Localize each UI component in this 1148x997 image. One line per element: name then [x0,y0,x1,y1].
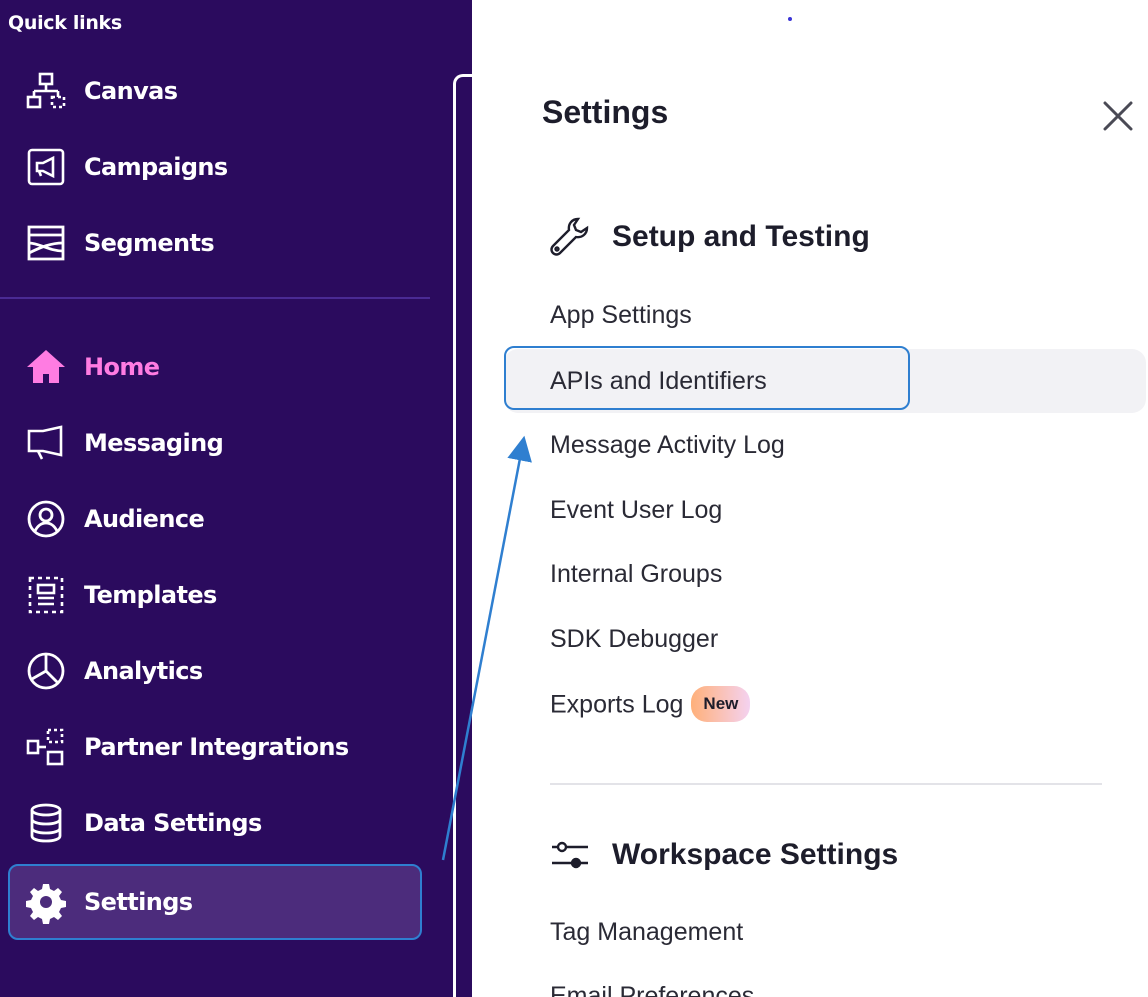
link-internal-groups[interactable]: Internal Groups [550,558,722,590]
section-header-setup: Setup and Testing [548,212,870,262]
new-badge: New [691,686,751,722]
link-exports-log[interactable]: Exports Log New [550,686,751,724]
wrench-icon [550,217,589,256]
section-header-workspace: Workspace Settings [548,830,898,880]
sidebar-item-label: Home [84,353,160,381]
sidebar-item-data-settings[interactable]: Data Settings [8,791,422,855]
link-event-user-log[interactable]: Event User Log [550,494,722,526]
templates-icon [24,573,68,617]
sidebar-item-segments[interactable]: Segments [8,211,422,275]
sidebar-item-canvas[interactable]: Canvas [8,59,422,123]
section-title: Workspace Settings [612,838,899,871]
sidebar-item-label: Data Settings [84,809,262,837]
sidebar-item-label: Audience [84,505,205,533]
loading-dot [788,17,792,21]
close-icon [1103,101,1133,131]
section-divider [550,783,1102,785]
link-label: Exports Log [550,690,684,719]
sidebar-item-label: Canvas [84,77,178,105]
sliders-icon [552,841,588,869]
canvas-icon [24,69,68,113]
sidebar-item-label: Messaging [84,429,224,457]
messaging-icon [24,421,68,465]
settings-gear-icon [24,880,68,924]
page-title: Settings [542,94,669,130]
sidebar-item-label: Campaigns [84,153,228,181]
sidebar-item-partner-integrations[interactable]: Partner Integrations [8,715,422,779]
sidebar-item-label: Partner Integrations [84,733,349,761]
sidebar: Quick links Canvas Campaigns Segments Ho… [0,0,472,997]
sidebar-item-settings[interactable]: Settings [8,864,422,940]
section-title: Setup and Testing [612,220,870,253]
data-settings-icon [24,801,68,845]
close-button[interactable] [1100,98,1136,134]
campaigns-icon [24,145,68,189]
settings-panel: Settings Setup and Testing App Settings … [472,0,1148,997]
link-message-activity-log[interactable]: Message Activity Log [550,429,785,461]
sidebar-item-messaging[interactable]: Messaging [8,411,422,475]
link-app-settings[interactable]: App Settings [550,299,692,331]
link-email-preferences[interactable]: Email Preferences [550,980,754,997]
sidebar-item-templates[interactable]: Templates [8,563,422,627]
sidebar-scrollbar[interactable] [453,74,472,997]
home-icon [24,345,68,389]
sidebar-item-analytics[interactable]: Analytics [8,639,422,703]
sidebar-item-label: Segments [84,229,215,257]
sidebar-item-label: Templates [84,581,217,609]
sidebar-divider [0,297,430,299]
sidebar-item-label: Settings [84,888,193,916]
link-tag-management[interactable]: Tag Management [550,916,743,948]
sidebar-item-campaigns[interactable]: Campaigns [8,135,422,199]
link-sdk-debugger[interactable]: SDK Debugger [550,623,718,655]
audience-icon [24,497,68,541]
partner-integrations-icon [24,725,68,769]
analytics-icon [24,649,68,693]
quick-links-title: Quick links [8,12,122,34]
sidebar-item-home[interactable]: Home [8,335,422,399]
sidebar-item-audience[interactable]: Audience [8,487,422,551]
annotation-highlight-box [504,346,910,410]
sidebar-item-label: Analytics [84,657,203,685]
segments-icon [24,221,68,265]
